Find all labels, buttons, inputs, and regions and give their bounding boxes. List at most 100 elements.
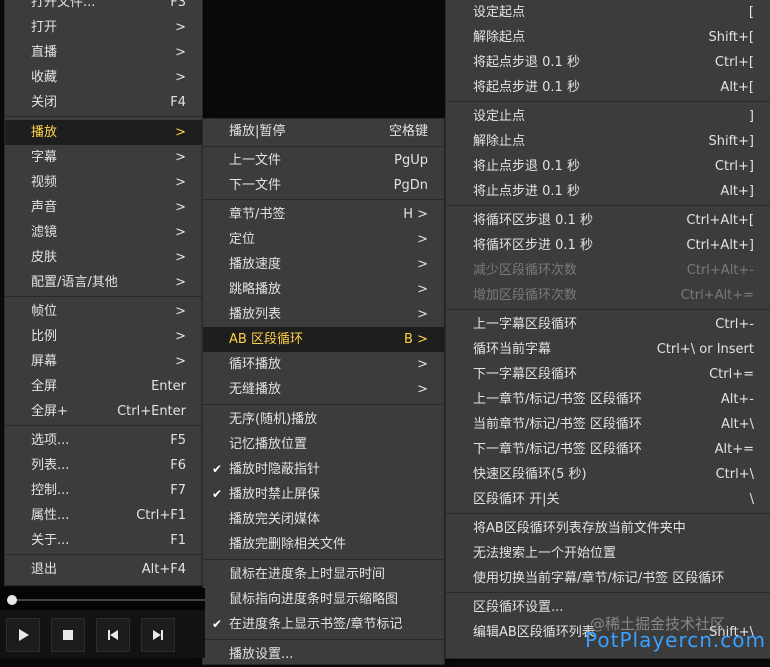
menu-item-live[interactable]: 直播 > bbox=[5, 40, 202, 65]
menu-item-fullscreen[interactable]: 全屏 Enter bbox=[5, 374, 202, 399]
check-icon: ✔ bbox=[212, 617, 223, 631]
menu-separator bbox=[446, 101, 770, 102]
menu-item-skins[interactable]: 皮肤 > bbox=[5, 245, 202, 270]
menu-item-set-start[interactable]: 设定起点[ bbox=[446, 0, 770, 25]
menu-item-clear-start[interactable]: 解除起点 Shift+[ bbox=[446, 25, 770, 50]
menu-separator bbox=[203, 404, 444, 405]
menu-item-quick-loop[interactable]: 快速区段循环(5 秒) Ctrl+\ bbox=[446, 462, 770, 487]
menu-item-close[interactable]: 关闭 F4 bbox=[5, 90, 202, 115]
menu-separator bbox=[446, 309, 770, 310]
menu-separator bbox=[5, 554, 202, 555]
seek-handle[interactable] bbox=[7, 595, 17, 605]
menu-item-next-chapter-loop[interactable]: 下一章节/标记/书签 区段循环 Alt+= bbox=[446, 437, 770, 462]
menu-item-playlist[interactable]: 列表... F6 bbox=[5, 453, 202, 478]
menu-separator bbox=[203, 639, 444, 640]
menu-item-frame[interactable]: 帧位 > bbox=[5, 299, 202, 324]
menu-item-show-time-on-seekbar[interactable]: 鼠标在进度条上时显示时间 bbox=[203, 562, 444, 587]
menu-item-show-bookmark-marks[interactable]: ✔ 在进度条上显示书签/章节标记 bbox=[203, 612, 444, 637]
menu-item-next-file[interactable]: 下一文件 PgDn bbox=[203, 173, 444, 198]
menu-separator bbox=[5, 425, 202, 426]
menu-item-delete-after-play[interactable]: 播放完删除相关文件 bbox=[203, 532, 444, 557]
menu-item-hide-pointer[interactable]: ✔ 播放时隐蔽指针 bbox=[203, 457, 444, 482]
menu-item-shuffle[interactable]: 无序(随机)播放 bbox=[203, 407, 444, 432]
menu-item-set-end[interactable]: 设定止点] bbox=[446, 104, 770, 129]
stop-button[interactable] bbox=[51, 618, 85, 652]
menu-item-playback-settings[interactable]: 播放设置... bbox=[203, 642, 444, 667]
play-icon bbox=[19, 629, 29, 641]
menu-separator bbox=[446, 592, 770, 593]
stop-icon bbox=[63, 630, 73, 640]
previous-button[interactable] bbox=[96, 618, 130, 652]
seek-track[interactable] bbox=[10, 599, 205, 601]
menu-item-previous-file[interactable]: 上一文件 PgUp bbox=[203, 148, 444, 173]
menu-separator bbox=[446, 513, 770, 514]
menu-item-properties[interactable]: 属性... Ctrl+F1 bbox=[5, 503, 202, 528]
menu-item-playlist-sub[interactable]: 播放列表 > bbox=[203, 302, 444, 327]
menu-item-fullscreen-plus[interactable]: 全屏+ Ctrl+Enter bbox=[5, 399, 202, 424]
menu-item-open-file[interactable]: 打开文件... F3 bbox=[5, 0, 202, 15]
menu-item-chapters-bookmarks[interactable]: 章节/书签 H > bbox=[203, 202, 444, 227]
menu-item-playback[interactable]: 播放 > bbox=[5, 120, 202, 145]
menu-item-end-back[interactable]: 将止点步退 0.1 秒 Ctrl+] bbox=[446, 154, 770, 179]
menu-item-end-forward[interactable]: 将止点步进 0.1 秒 Alt+] bbox=[446, 179, 770, 204]
menu-item-audio[interactable]: 声音 > bbox=[5, 195, 202, 220]
menu-item-ab-repeat[interactable]: AB 区段循环 B > bbox=[203, 327, 444, 352]
menu-item-skip-playback[interactable]: 跳略播放 > bbox=[203, 277, 444, 302]
menu-item-ratio[interactable]: 比例 > bbox=[5, 324, 202, 349]
playback-submenu: 播放|暂停 空格键 上一文件 PgUp 下一文件 PgDn 章节/书签 H > 定位 > … bbox=[203, 119, 444, 664]
menu-item-start-forward[interactable]: 将起点步进 0.1 秒 Alt+[ bbox=[446, 75, 770, 100]
menu-item-about[interactable]: 关于... F1 bbox=[5, 528, 202, 553]
main-context-menu: 打开文件... F3 打开 > 直播 > 收藏 > 关闭 F4 播放 > 字幕 > 视频 > 声… bbox=[5, 0, 202, 585]
menu-item-use-switch-loop[interactable]: 使用切换当前字幕/章节/标记/书签 区段循环 bbox=[446, 566, 770, 591]
menu-separator bbox=[5, 296, 202, 297]
menu-separator bbox=[446, 205, 770, 206]
menu-separator bbox=[5, 116, 202, 117]
menu-item-loop-current-subtitle[interactable]: 循环当前字幕 Ctrl+\ or Insert bbox=[446, 337, 770, 362]
menu-item-clear-end[interactable]: 解除止点 Shift+] bbox=[446, 129, 770, 154]
menu-item-close-after-play[interactable]: 播放完关闭媒体 bbox=[203, 507, 444, 532]
menu-separator bbox=[203, 199, 444, 200]
menu-item-show-thumbnail[interactable]: 鼠标指向进度条时显示缩略图 bbox=[203, 587, 444, 612]
menu-item-range-back[interactable]: 将循环区步退 0.1 秒 Ctrl+Alt+[ bbox=[446, 208, 770, 233]
menu-item-video[interactable]: 视频 > bbox=[5, 170, 202, 195]
menu-item-options[interactable]: 选项... F5 bbox=[5, 428, 202, 453]
menu-separator bbox=[203, 559, 444, 560]
menu-item-decrease-loop-count: 减少区段循环次数 Ctrl+Alt+- bbox=[473, 263, 754, 278]
ab-repeat-submenu: 设定起点[ 解除起点 Shift+[ 将起点步退 0.1 秒 Ctrl+[ 将起点步… bbox=[446, 0, 770, 658]
menu-item-control[interactable]: 控制... F7 bbox=[5, 478, 202, 503]
player-controls bbox=[0, 610, 205, 658]
menu-item-seek[interactable]: 定位 > bbox=[203, 227, 444, 252]
menu-item-increase-loop-count: 增加区段循环次数 Ctrl+Alt+= bbox=[473, 288, 754, 303]
seek-bar[interactable] bbox=[0, 588, 205, 610]
menu-item-loop-toggle[interactable]: 区段循环 开|关 \ bbox=[446, 487, 770, 512]
menu-item-current-chapter-loop[interactable]: 当前章节/标记/书签 区段循环 Alt+\ bbox=[446, 412, 770, 437]
menu-item-play-pause[interactable]: 播放|暂停 空格键 bbox=[203, 119, 444, 144]
menu-item-gapless[interactable]: 无缝播放 > bbox=[203, 377, 444, 402]
menu-item-disable-screensaver[interactable]: ✔ 播放时禁止屏保 bbox=[203, 482, 444, 507]
menu-item-cannot-search-prev[interactable]: 无法搜索上一个开始位置 bbox=[446, 541, 770, 566]
menu-item-prev-subtitle-loop[interactable]: 上一字幕区段循环 Ctrl+- bbox=[446, 312, 770, 337]
menu-item-start-back[interactable]: 将起点步退 0.1 秒 Ctrl+[ bbox=[446, 50, 770, 75]
next-icon bbox=[153, 630, 163, 640]
menu-item-prev-chapter-loop[interactable]: 上一章节/标记/书签 区段循环 Alt+- bbox=[446, 387, 770, 412]
prev-icon bbox=[108, 630, 118, 640]
menu-item-filters[interactable]: 滤镜 > bbox=[5, 220, 202, 245]
menu-item-open[interactable]: 打开 > bbox=[5, 15, 202, 40]
menu-item-range-forward[interactable]: 将循环区步进 0.1 秒 Ctrl+Alt+] bbox=[446, 233, 770, 258]
menu-item-config-language[interactable]: 配置/语言/其他 > bbox=[5, 270, 202, 295]
menu-item-remember-position[interactable]: 记忆播放位置 bbox=[203, 432, 444, 457]
play-button[interactable] bbox=[6, 618, 40, 652]
menu-item-next-subtitle-loop[interactable]: 下一字幕区段循环 Ctrl+= bbox=[446, 362, 770, 387]
menu-item-screen[interactable]: 屏幕 > bbox=[5, 349, 202, 374]
menu-item-save-loop-list[interactable]: 将AB区段循环列表存放当前文件夹中 bbox=[446, 516, 770, 541]
menu-item-playback-speed[interactable]: 播放速度 > bbox=[203, 252, 444, 277]
menu-item-exit[interactable]: 退出 Alt+F4 bbox=[5, 557, 202, 582]
menu-item-favorites[interactable]: 收藏 > bbox=[5, 65, 202, 90]
menu-item-subtitles[interactable]: 字幕 > bbox=[5, 145, 202, 170]
next-button[interactable] bbox=[141, 618, 175, 652]
check-icon: ✔ bbox=[212, 487, 223, 501]
menu-item-loop-playback[interactable]: 循环播放 > bbox=[203, 352, 444, 377]
site-watermark: PotPlayercn.com bbox=[585, 628, 766, 652]
menu-separator bbox=[203, 146, 444, 147]
check-icon: ✔ bbox=[212, 462, 223, 476]
